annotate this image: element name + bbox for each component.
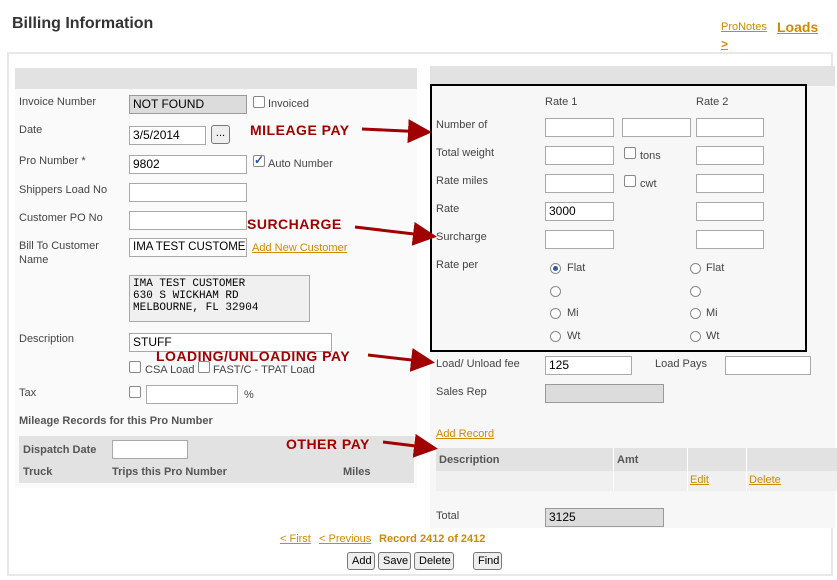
add-button[interactable]: Add: [347, 552, 375, 570]
previous-record-link[interactable]: < Previous: [319, 533, 371, 545]
record-counter: Record 2412 of 2412: [379, 533, 486, 545]
delete-button[interactable]: Delete: [414, 552, 454, 570]
find-button[interactable]: Find: [473, 552, 502, 570]
other-pay-arrow: [382, 433, 438, 458]
save-button[interactable]: Save: [378, 552, 411, 570]
mileage-pay-arrow: [361, 119, 432, 144]
first-record-link[interactable]: < First: [280, 533, 311, 545]
loading-pay-arrow: [367, 348, 435, 372]
annotation-arrows: [354, 119, 438, 458]
surcharge-arrow: [354, 221, 437, 246]
